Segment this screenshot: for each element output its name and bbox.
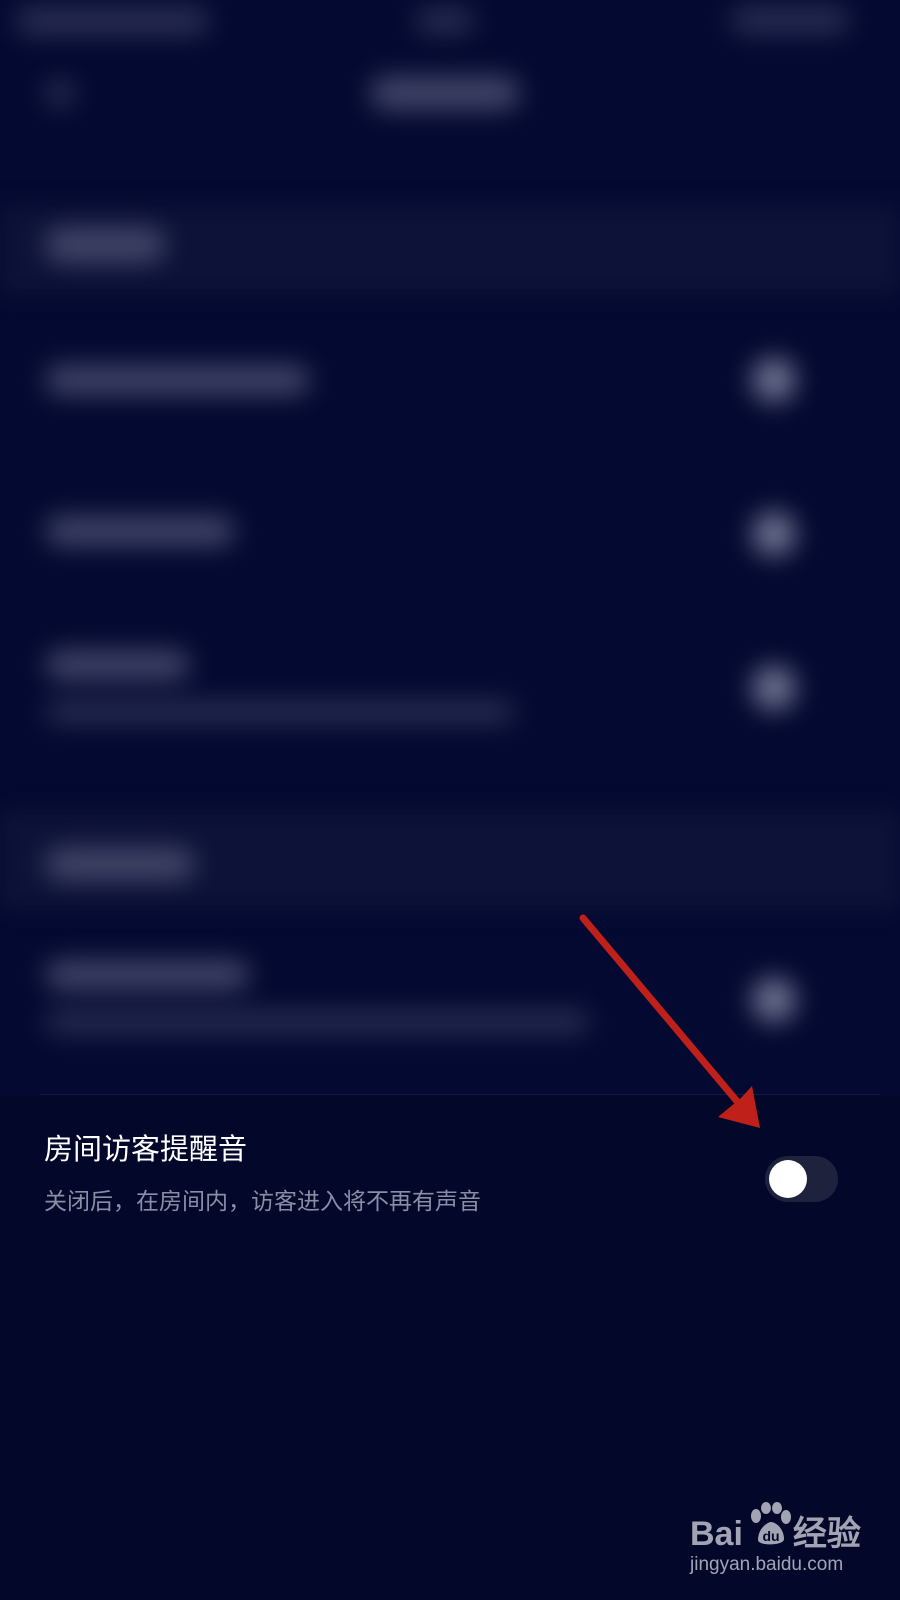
blurred-toggle-icon xyxy=(752,666,796,710)
watermark-brand-suffix: 经验 xyxy=(792,1515,861,1553)
setting-description: 关闭后，在房间内，访客进入将不再有声音 xyxy=(44,1189,481,1215)
svg-text:du: du xyxy=(762,1528,779,1544)
baidu-jingyan-watermark: Bai 经验 du jingyan.baidu.com xyxy=(690,1502,890,1592)
setting-title: 房间访客提醒音 xyxy=(44,1132,248,1166)
blurred-page-title xyxy=(370,76,520,110)
blurred-row-description xyxy=(45,700,515,724)
blurred-row-description xyxy=(45,1010,590,1034)
blurred-status-bar-right xyxy=(730,6,850,34)
blurred-row-label xyxy=(45,516,235,546)
watermark-brand-prefix: Bai xyxy=(690,1515,743,1553)
row-divider xyxy=(40,1094,880,1095)
baidu-paw-icon: du xyxy=(751,1502,791,1545)
blurred-back-icon xyxy=(45,78,75,108)
blurred-status-bar-left xyxy=(15,6,210,36)
blurred-toggle-icon xyxy=(752,358,796,402)
toggle-knob xyxy=(769,1160,807,1198)
blurred-section-title xyxy=(45,228,165,262)
blurred-status-bar-center xyxy=(415,8,475,34)
blurred-toggle-icon xyxy=(752,512,796,556)
blurred-toggle-icon xyxy=(752,978,796,1022)
blurred-row-label xyxy=(45,960,250,990)
blurred-settings-content xyxy=(0,0,900,1095)
visitor-alert-sound-setting: 房间访客提醒音 关闭后，在房间内，访客进入将不再有声音 xyxy=(0,1100,900,1240)
blurred-row-label xyxy=(45,650,190,680)
visitor-alert-sound-toggle[interactable] xyxy=(765,1156,838,1202)
blurred-section-title xyxy=(45,848,195,880)
watermark-url: jingyan.baidu.com xyxy=(690,1554,844,1575)
blurred-row-label xyxy=(45,365,310,395)
